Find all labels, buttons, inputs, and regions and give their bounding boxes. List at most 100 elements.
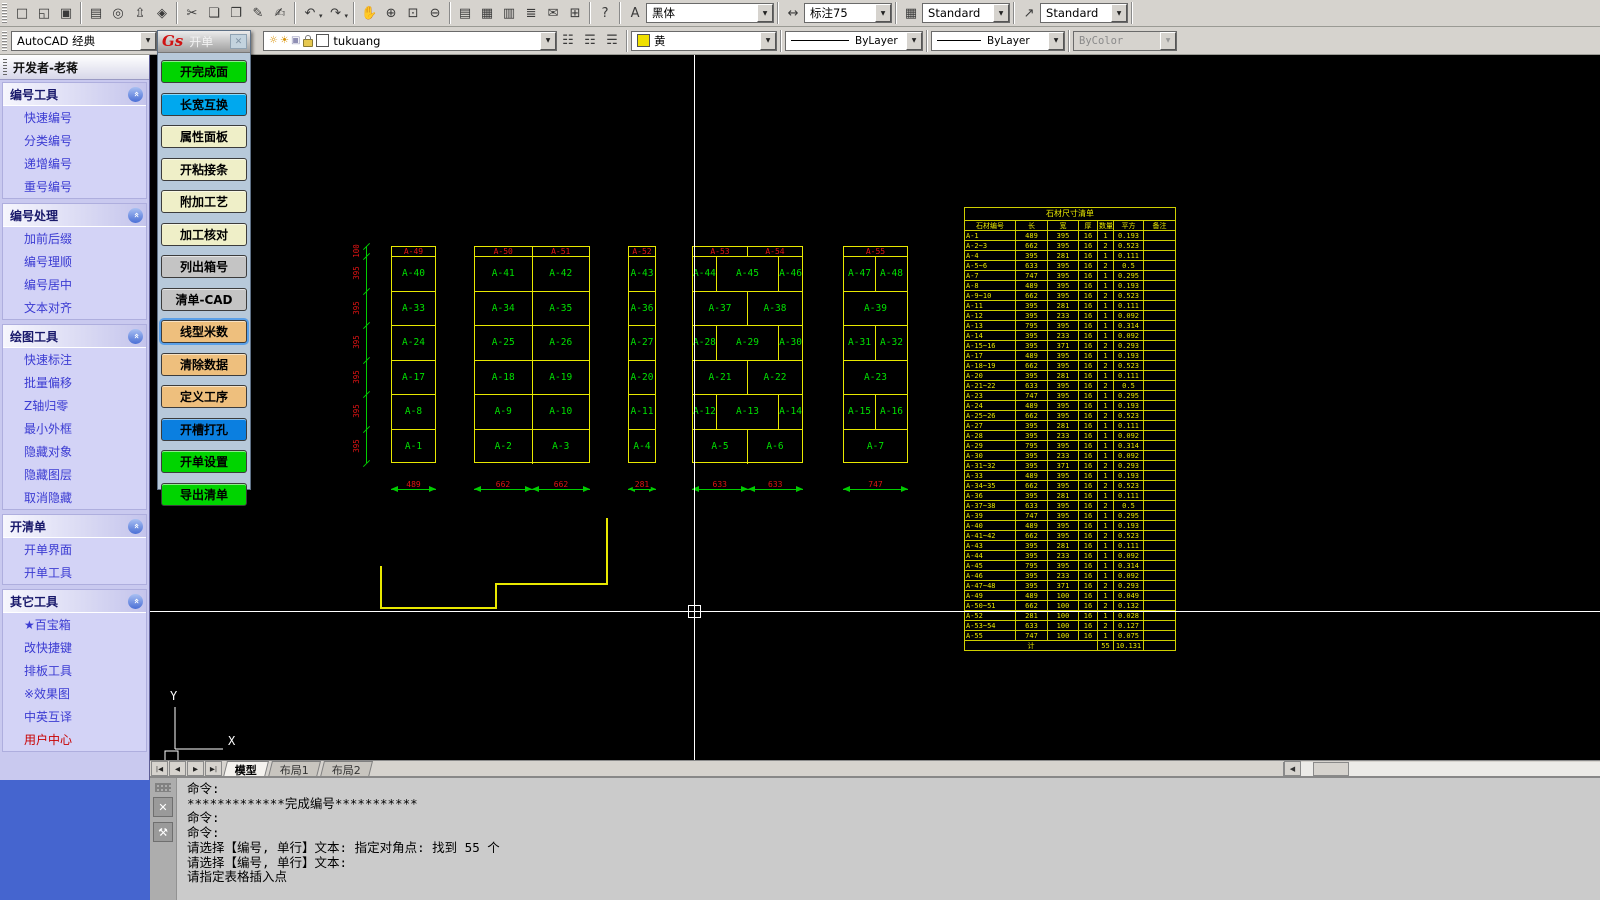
sidebar-section-header[interactable]: 编号处理«: [3, 204, 146, 227]
match-properties-icon[interactable]: ✎: [247, 2, 269, 24]
chevron-down-icon[interactable]: ▼: [1048, 32, 1064, 50]
collapse-chevron-icon[interactable]: «: [128, 329, 143, 344]
chevron-down-icon[interactable]: ▼: [757, 4, 773, 22]
palette-button-导出清单[interactable]: 导出清单: [161, 483, 247, 506]
sidebar-item-※效果图[interactable]: ※效果图: [3, 682, 146, 705]
mleader-style-icon[interactable]: ↗: [1018, 2, 1040, 24]
close-icon[interactable]: ✕: [153, 797, 173, 817]
sidebar-section-header[interactable]: 绘图工具«: [3, 325, 146, 348]
tab-布局2[interactable]: 布局2: [320, 761, 373, 777]
sidebar-section-header[interactable]: 开清单«: [3, 515, 146, 538]
panel-cell-A-28[interactable]: A-28: [693, 326, 717, 360]
panel-group-1[interactable]: A-50A-51A-41A-42A-34A-35A-25A-26A-18A-19…: [474, 246, 590, 463]
panel-cell-A-9[interactable]: A-9: [475, 395, 533, 429]
horizontal-scrollbar[interactable]: ◀: [1283, 762, 1600, 776]
chevron-down-icon[interactable]: ▾: [319, 12, 323, 20]
panel-cell-A-3[interactable]: A-3: [533, 430, 590, 465]
text-style-icon[interactable]: A: [624, 2, 646, 24]
panel-cell-A-48[interactable]: A-48: [876, 257, 907, 291]
panel-cell-A-40[interactable]: A-40: [392, 257, 435, 291]
color-select[interactable]: 黄 ▼: [631, 31, 777, 51]
palette-button-清单-CAD[interactable]: 清单-CAD: [161, 288, 247, 311]
sidebar-item-开单界面[interactable]: 开单界面: [3, 538, 146, 561]
panel-header-cell[interactable]: A-52: [629, 247, 655, 256]
sidebar-item-最小外框[interactable]: 最小外框: [3, 417, 146, 440]
palette-button-开单设置[interactable]: 开单设置: [161, 450, 247, 473]
panel-cell-A-43[interactable]: A-43: [629, 257, 655, 291]
palette-button-加工核对[interactable]: 加工核对: [161, 223, 247, 246]
redo-icon[interactable]: ↷: [325, 2, 347, 24]
tab-nav-icon[interactable]: ▶|: [205, 761, 222, 776]
sidebar-item-编号理顺[interactable]: 编号理顺: [3, 250, 146, 273]
panel-cell-A-6[interactable]: A-6: [748, 430, 802, 465]
sidebar-item-排板工具[interactable]: 排板工具: [3, 659, 146, 682]
properties-icon[interactable]: ▤: [454, 2, 476, 24]
panel-cell-A-10[interactable]: A-10: [533, 395, 590, 429]
palette-button-长宽互换[interactable]: 长宽互换: [161, 93, 247, 116]
panel-cell-A-11[interactable]: A-11: [629, 395, 655, 429]
cut-icon[interactable]: ✂: [181, 2, 203, 24]
panel-cell-A-37[interactable]: A-37: [693, 292, 748, 326]
panel-cell-A-12[interactable]: A-12: [693, 395, 717, 429]
sidebar-item-隐藏对象[interactable]: 隐藏对象: [3, 440, 146, 463]
panel-group-0[interactable]: A-49A-40A-33A-24A-17A-8A-1: [391, 246, 436, 463]
panel-header-cell[interactable]: A-55: [844, 247, 907, 256]
panel-cell-A-8[interactable]: A-8: [392, 395, 435, 429]
layer-freeze-sun-icon[interactable]: ☀: [280, 35, 289, 46]
zoom-previous-icon[interactable]: ⊖: [424, 2, 446, 24]
panel-cell-A-16[interactable]: A-16: [876, 395, 907, 429]
help-icon[interactable]: ?: [594, 2, 616, 24]
panel-cell-A-20[interactable]: A-20: [629, 361, 655, 395]
sidebar-item-分类编号[interactable]: 分类编号: [3, 129, 146, 152]
panel-header-cell[interactable]: A-53: [693, 247, 748, 256]
drag-grip-icon[interactable]: [155, 783, 171, 792]
collapse-chevron-icon[interactable]: «: [128, 594, 143, 609]
command-history[interactable]: 命令:*************完成编号***********命令:命令:请选择…: [177, 778, 1600, 900]
zoom-realtime-icon[interactable]: ⊕: [380, 2, 402, 24]
sidebar-item-隐藏图层[interactable]: 隐藏图层: [3, 463, 146, 486]
panel-cell-A-15[interactable]: A-15: [844, 395, 876, 429]
palette-button-定义工序[interactable]: 定义工序: [161, 385, 247, 408]
markup-icon[interactable]: ✉: [542, 2, 564, 24]
panel-cell-A-39[interactable]: A-39: [844, 292, 907, 326]
panel-cell-A-41[interactable]: A-41: [475, 257, 533, 291]
collapse-chevron-icon[interactable]: «: [128, 208, 143, 223]
layer-color-swatch[interactable]: [316, 34, 329, 47]
collapse-chevron-icon[interactable]: «: [128, 519, 143, 534]
panel-cell-A-42[interactable]: A-42: [533, 257, 590, 291]
panel-cell-A-38[interactable]: A-38: [748, 292, 802, 326]
plot-icon[interactable]: ▤: [85, 2, 107, 24]
panel-cell-A-18[interactable]: A-18: [475, 361, 533, 395]
quick-calc-icon[interactable]: ⊞: [564, 2, 586, 24]
scroll-left-icon[interactable]: ◀: [1284, 761, 1301, 776]
panel-cell-A-36[interactable]: A-36: [629, 292, 655, 326]
table-style-select[interactable]: Standard▼: [922, 3, 1010, 23]
panel-header-cell[interactable]: A-49: [392, 247, 435, 256]
panel-header-cell[interactable]: A-54: [748, 247, 802, 256]
mleader-style-select[interactable]: Standard▼: [1040, 3, 1128, 23]
sidebar-item-改快捷键[interactable]: 改快捷键: [3, 636, 146, 659]
layer-previous-icon[interactable]: ☴: [601, 30, 623, 52]
text-style-select[interactable]: 黑体▼: [646, 3, 774, 23]
panel-cell-A-13[interactable]: A-13: [717, 395, 779, 429]
chevron-down-icon[interactable]: ▼: [1111, 4, 1127, 22]
workspace-select[interactable]: AutoCAD 经典 ▼: [11, 31, 157, 51]
palette-button-属性面板[interactable]: 属性面板: [161, 125, 247, 148]
sidebar-item-用户中心[interactable]: 用户中心: [3, 728, 146, 751]
panel-cell-A-45[interactable]: A-45: [717, 257, 779, 291]
palette-button-线型米数[interactable]: 线型米数: [161, 320, 247, 343]
sidebar-item-★百宝箱[interactable]: ★百宝箱: [3, 613, 146, 636]
undo-icon[interactable]: ↶: [299, 2, 321, 24]
panel-cell-A-21[interactable]: A-21: [693, 361, 748, 395]
panel-cell-A-5[interactable]: A-5: [693, 430, 748, 465]
panel-cell-A-19[interactable]: A-19: [533, 361, 590, 395]
sidebar-item-文本对齐[interactable]: 文本对齐: [3, 296, 146, 319]
panel-header-cell[interactable]: A-50: [475, 247, 533, 256]
tab-nav-icon[interactable]: ◀: [169, 761, 186, 776]
chevron-down-icon[interactable]: ▼: [760, 32, 776, 50]
sidebar-item-开单工具[interactable]: 开单工具: [3, 561, 146, 584]
chevron-down-icon[interactable]: ▼: [875, 4, 891, 22]
panel-cell-A-30[interactable]: A-30: [779, 326, 802, 360]
close-icon[interactable]: ✕: [230, 34, 247, 49]
panel-cell-A-1[interactable]: A-1: [392, 430, 435, 465]
